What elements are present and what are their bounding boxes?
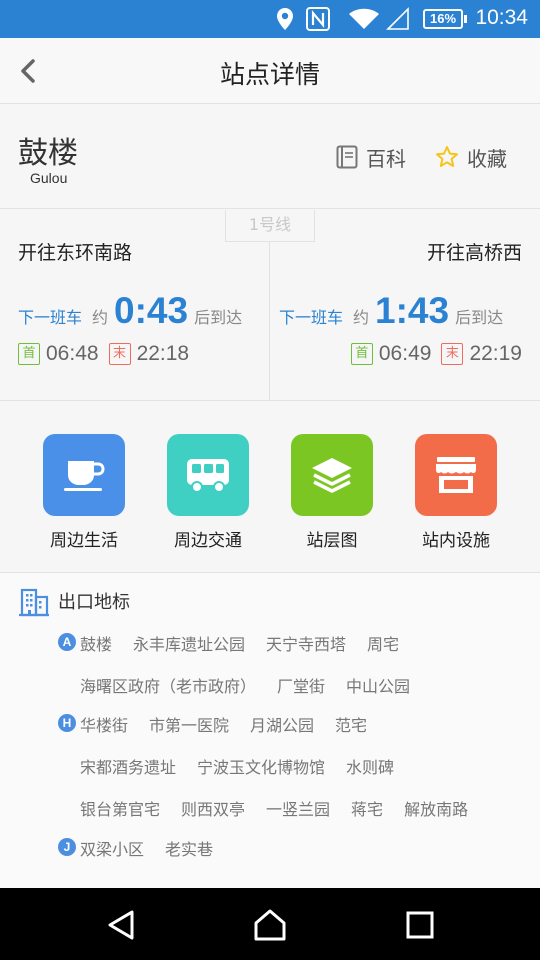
landmark: 中山公园 [346,677,411,696]
last-train-time: 22:18 [136,342,190,365]
landmark: 宋都酒务遗址 [80,758,177,777]
service-label: 站内设施 [422,531,490,551]
first-train-badge: 首 [350,343,373,365]
approx-label: 约 [353,308,370,327]
service-nearby-transport[interactable]: 周边交通 [153,434,263,551]
first-train-time: 06:49 [378,342,432,365]
building-icon [19,588,49,617]
service-facilities[interactable]: 站内设施 [401,434,511,551]
exit-landmarks: 出口地标 A 鼓楼 永丰库遗址公园 天宁寺西塔 周宅 海曙区政府（老市政府） 厂… [0,572,540,888]
location-icon [277,8,293,30]
book-icon [336,145,358,169]
coffee-cup-icon [43,434,125,516]
last-train-badge: 末 [108,343,131,365]
service-label: 站层图 [306,531,358,551]
system-nav-bar [0,888,540,960]
favorite-button[interactable]: 收藏 [435,140,507,174]
next-train-label: 下一班车 [18,308,83,327]
station-header: 鼓楼 Gulou 百科 收藏 [0,104,540,209]
landmark: 蒋宅 [351,800,384,819]
landmark-row: 海曙区政府（老市政府） 厂堂街 中山公园 [80,673,431,697]
countdown: 1:43 [375,290,450,331]
station-name: 鼓楼 [18,136,78,171]
recents-icon[interactable] [404,908,436,942]
divider [0,400,540,401]
landmark: 市第一医院 [149,716,230,735]
page-title: 站点详情 [219,60,320,89]
wiki-label: 百科 [366,146,406,171]
home-icon[interactable] [252,908,288,942]
clock: 10:34 [475,6,528,29]
landmark: 华楼街 [80,716,129,735]
next-train-label: 下一班车 [279,308,344,327]
landmark-row: 宋都酒务遗址 宁波玉文化博物馆 水则碑 [80,754,415,778]
service-nearby-life[interactable]: 周边生活 [29,434,139,551]
landmark: 水则碑 [346,758,395,777]
arrive-label: 后到达 [194,308,243,327]
landmark: 双梁小区 [80,840,145,859]
exit-h-badge: H [58,714,76,732]
countdown: 0:43 [114,290,189,331]
landmark-row: 双梁小区 老实巷 [80,836,234,860]
back-triangle-icon[interactable] [104,908,138,942]
service-times: 首 06:48 末 22:18 [18,342,189,366]
star-icon [436,146,458,167]
station-services: 周边生活 周边交通 站层图 站内设施 [0,410,540,572]
landmark: 范宅 [335,716,368,735]
landmark: 一竖兰园 [266,800,331,819]
wiki-button[interactable]: 百科 [336,140,406,174]
app-bar: 站点详情 [0,38,540,104]
landmark: 鼓楼 [80,635,113,654]
service-floor-map[interactable]: 站层图 [277,434,387,551]
next-train-row: 下一班车 约 1:43 后到达 [279,290,503,332]
landmark-row: 华楼街 市第一医院 月湖公园 范宅 [80,712,388,736]
direction-name: 开往东环南路 [18,242,133,264]
battery-icon: 16% [423,9,467,29]
exit-a-badge: A [58,633,76,651]
last-train-time: 22:19 [469,342,522,365]
landmark: 厂堂街 [277,677,326,696]
landmark: 海曙区政府（老市政府） [80,677,257,696]
landmark: 月湖公园 [250,716,315,735]
service-label: 周边交通 [174,531,242,551]
nfc-icon [306,7,330,31]
wifi-icon [349,8,379,29]
landmark: 则西双亭 [181,800,246,819]
service-label: 周边生活 [50,531,118,551]
landmark: 银台第官宅 [80,800,161,819]
landmark: 永丰库遗址公园 [133,635,246,654]
first-train-time: 06:48 [46,342,99,365]
last-train-badge: 末 [441,343,464,365]
line-tag: 1号线 [225,210,315,242]
landmark: 解放南路 [404,800,469,819]
approx-label: 约 [92,308,109,327]
shop-icon [415,434,497,516]
landmark: 宁波玉文化博物馆 [197,758,326,777]
landmark: 天宁寺西塔 [266,635,347,654]
exit-j-badge: J [58,838,76,856]
bus-icon [167,434,249,516]
landmark: 老实巷 [165,840,214,859]
exit-landmarks-header: 出口地标 [18,585,130,617]
landmark: 周宅 [367,635,400,654]
exit-landmarks-title: 出口地标 [58,592,130,613]
arrive-label: 后到达 [455,308,504,327]
direction-name: 开往高桥西 [426,242,522,264]
first-train-badge: 首 [18,343,40,365]
service-times: 首 06:49 末 22:19 [350,342,522,366]
favorite-label: 收藏 [467,146,507,171]
station-pinyin: Gulou [30,170,68,186]
status-bar: 16% 10:34 [0,0,540,38]
next-train-row: 下一班车 约 0:43 后到达 [18,290,242,332]
landmark-row: 鼓楼 永丰库遗址公园 天宁寺西塔 周宅 [80,631,420,655]
layers-icon [291,434,373,516]
landmark-row: 银台第官宅 则西双亭 一竖兰园 蒋宅 解放南路 [80,796,489,820]
signal-icon [386,7,409,30]
